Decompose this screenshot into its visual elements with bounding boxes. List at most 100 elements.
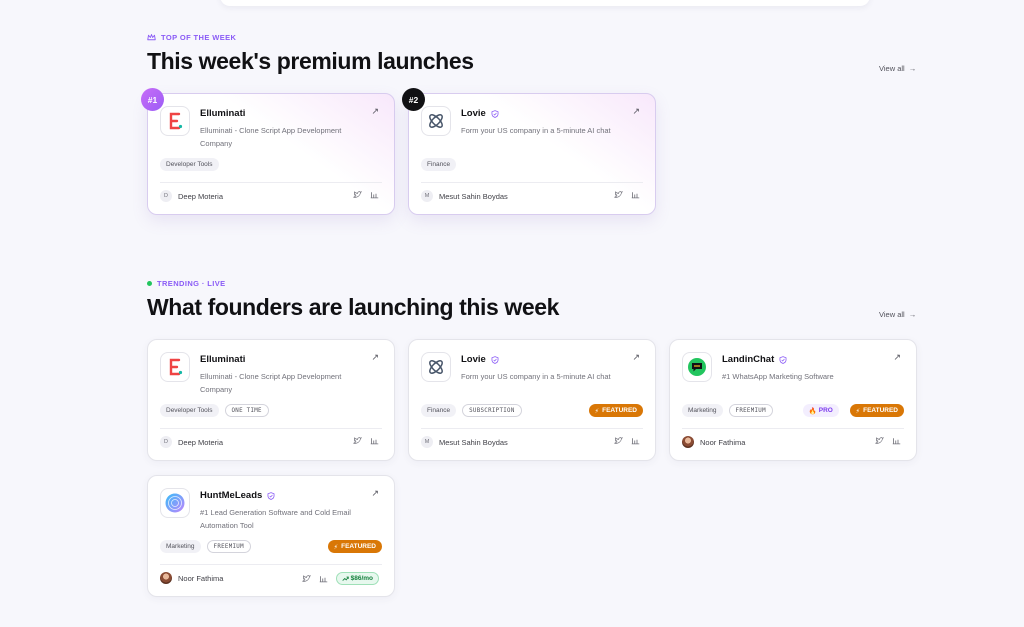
stats-icon[interactable] <box>892 436 901 445</box>
stats-icon[interactable] <box>370 190 379 199</box>
maker-info[interactable]: D Deep Moteria <box>160 436 223 448</box>
bolt-icon: ⚡ <box>594 407 600 415</box>
maker-name: Deep Moteria <box>178 191 224 201</box>
category-tag[interactable]: Finance <box>421 158 457 171</box>
divider <box>682 428 904 429</box>
external-arrow-icon[interactable]: ↗ <box>371 488 379 499</box>
category-tag[interactable]: Marketing <box>160 540 201 553</box>
tag-list: Marketing FREEMIUM <box>160 540 251 553</box>
product-name[interactable]: HuntMeLeads <box>200 490 275 501</box>
premium-card-lovie[interactable]: #2 Lovie ↗ Form your US company in a 5-m… <box>402 88 656 215</box>
product-name-text: LandinChat <box>722 354 775 365</box>
stats-icon[interactable] <box>319 574 328 583</box>
twitter-icon[interactable] <box>301 574 311 583</box>
pro-label: PRO <box>818 407 833 414</box>
avatar: M <box>421 190 433 202</box>
twitter-icon[interactable] <box>614 436 623 445</box>
product-description: Elluminati - Clone Script App Developmen… <box>200 126 342 148</box>
external-arrow-icon[interactable]: ↗ <box>632 106 640 117</box>
fire-icon: 🔥 <box>808 407 819 415</box>
avatar: M <box>421 436 433 448</box>
product-name[interactable]: LandinChat <box>722 354 787 365</box>
product-name[interactable]: Lovie <box>461 354 499 365</box>
product-name[interactable]: Lovie <box>461 108 499 119</box>
product-name-text: Elluminati <box>200 354 246 365</box>
twitter-icon[interactable] <box>614 190 623 199</box>
pricing-tag: FREEMIUM <box>728 404 773 417</box>
external-arrow-icon[interactable]: ↗ <box>371 352 379 363</box>
external-arrow-icon[interactable]: ↗ <box>371 106 379 117</box>
category-tag[interactable]: Marketing <box>682 404 723 417</box>
external-arrow-icon[interactable]: ↗ <box>893 352 901 363</box>
launch-card-landinchat[interactable]: LandinChat ↗ #1 WhatsApp Marketing Softw… <box>669 339 917 461</box>
stats-icon[interactable] <box>631 190 640 199</box>
launch-card-lovie[interactable]: Lovie ↗ Form your US company in a 5-minu… <box>408 339 656 461</box>
lovie-logo <box>421 106 451 136</box>
lovie-logo <box>421 352 451 382</box>
view-all-label: View all <box>879 64 905 73</box>
trending-section-title: What founders are launching this week <box>147 294 560 320</box>
maker-info[interactable]: M Mesut Sahin Boydas <box>421 190 508 202</box>
stats-icon[interactable] <box>631 436 640 445</box>
premium-section-title: This week's premium launches <box>147 48 474 74</box>
product-name[interactable]: Elluminati <box>200 354 245 365</box>
landinchat-logo <box>682 352 712 382</box>
huntmeleads-logo <box>160 488 190 518</box>
rank-badge: #2 <box>402 88 425 111</box>
tag-list: Developer Tools ONE TIME <box>160 404 269 417</box>
product-name[interactable]: Elluminati <box>200 108 245 119</box>
twitter-icon[interactable] <box>353 190 362 199</box>
product-name-text: Elluminati <box>200 108 246 119</box>
premium-card-elluminati[interactable]: #1 Elluminati ↗ Elluminati - Clone Scrip… <box>141 88 395 215</box>
featured-label: FEATURED <box>341 543 376 550</box>
arrow-right-icon: → <box>908 310 917 319</box>
trending-view-all-link[interactable]: View all → <box>879 310 916 319</box>
top-card-edge <box>220 0 870 6</box>
product-name-text: Lovie <box>461 108 486 119</box>
product-description: #1 WhatsApp Marketing Software <box>722 372 834 381</box>
eyebrow-label: TRENDING · LIVE <box>157 279 226 288</box>
card-actions <box>614 436 640 445</box>
pro-badge: 🔥 PRO <box>802 404 839 417</box>
avatar <box>160 572 172 584</box>
live-dot-icon <box>147 281 152 286</box>
card-actions <box>875 436 901 445</box>
twitter-icon[interactable] <box>875 436 884 445</box>
featured-label: FEATURED <box>602 407 637 414</box>
maker-info[interactable]: M Mesut Sahin Boydas <box>421 436 508 448</box>
bolt-icon: ⚡ <box>855 407 861 415</box>
maker-info[interactable]: Noor Fathima <box>160 572 223 584</box>
maker-name: Deep Moteria <box>178 437 224 447</box>
rank-badge: #1 <box>141 88 164 111</box>
divider <box>421 182 643 183</box>
external-arrow-icon[interactable]: ↗ <box>632 352 640 363</box>
maker-name: Mesut Sahin Boydas <box>439 437 508 447</box>
elluminati-logo <box>160 106 190 136</box>
avatar <box>682 436 694 448</box>
category-tag[interactable]: Finance <box>421 404 457 417</box>
maker-info[interactable]: D Deep Moteria <box>160 190 223 202</box>
crown-icon <box>147 34 156 41</box>
launch-card-elluminati[interactable]: Elluminati ↗ Elluminati - Clone Script A… <box>147 339 395 461</box>
elluminati-logo-icon <box>169 358 183 376</box>
product-description: Form your US company in a 5-minute AI ch… <box>461 372 611 381</box>
launch-card-huntmeleads[interactable]: HuntMeLeads ↗ #1 Lead Generation Softwar… <box>147 475 395 597</box>
maker-info[interactable]: Noor Fathima <box>682 436 745 448</box>
maker-name: Noor Fathima <box>700 437 746 447</box>
featured-badge: ⚡ FEATURED <box>327 540 382 553</box>
category-tag[interactable]: Developer Tools <box>160 404 219 417</box>
twitter-icon[interactable] <box>353 436 362 445</box>
premium-view-all-link[interactable]: View all → <box>879 64 916 73</box>
pricing-tag: FREEMIUM <box>206 540 251 553</box>
card-actions <box>353 190 379 199</box>
card-actions: $86/mo <box>301 572 379 585</box>
stats-icon[interactable] <box>370 436 379 445</box>
avatar: D <box>160 436 172 448</box>
pricing-tag: ONE TIME <box>224 404 269 417</box>
avatar: D <box>160 190 172 202</box>
trending-eyebrow: TRENDING · LIVE <box>147 279 226 288</box>
verified-shield-icon <box>267 491 275 500</box>
product-description: Form your US company in a 5-minute AI ch… <box>461 126 611 135</box>
lovie-logo-icon <box>429 114 443 128</box>
category-tag[interactable]: Developer Tools <box>160 158 219 171</box>
